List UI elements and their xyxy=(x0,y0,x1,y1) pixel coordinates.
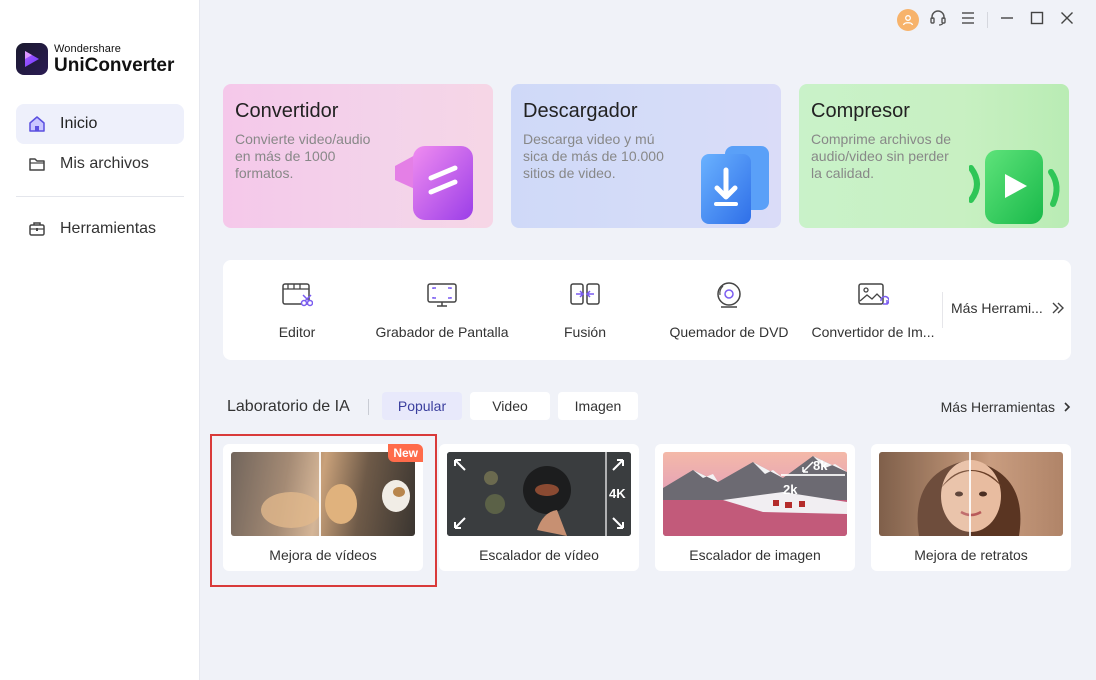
tab-video[interactable]: Video xyxy=(470,392,550,420)
tools-bar: Editor Grabador de Pantalla Fusión Quema… xyxy=(223,260,1071,360)
close-button[interactable] xyxy=(1052,8,1082,32)
ai-lab-separator xyxy=(368,399,369,415)
tool-label: Editor xyxy=(278,324,316,340)
ai-card-portrait-enhance[interactable]: Mejora de retratos xyxy=(871,444,1071,571)
new-badge: New xyxy=(388,444,423,462)
tool-merge[interactable]: Fusión xyxy=(551,278,619,348)
ai-card-video-enhance[interactable]: New Mejora de vídeos xyxy=(223,444,423,571)
converter-art-icon xyxy=(395,146,473,220)
sidebar-item-label: Mis archivos xyxy=(60,155,149,172)
card-description: Convierte video/audio en más de 1000 for… xyxy=(235,131,371,181)
logo-subtitle: Wondershare xyxy=(54,42,121,55)
downloader-art-icon xyxy=(701,146,769,224)
minimize-icon xyxy=(1000,11,1014,30)
more-tools-button[interactable]: Más Herrami... xyxy=(951,300,1065,316)
double-chevron-right-icon xyxy=(1051,301,1065,315)
home-icon xyxy=(28,115,46,133)
portrait-enhance-thumbnail xyxy=(879,452,1063,536)
tool-label: Fusión xyxy=(563,324,607,340)
tools-separator xyxy=(942,292,943,328)
ai-card-video-upscaler[interactable]: 4K Escalador de vídeo xyxy=(439,444,639,571)
sidebar: Wondershare UniConverter Inicio Mis arch… xyxy=(0,0,200,680)
ai-more-tools-link[interactable]: Más Herramientas xyxy=(941,399,1071,415)
sidebar-item-herramientas[interactable]: Herramientas xyxy=(16,209,184,249)
account-icon xyxy=(897,9,919,31)
tab-imagen[interactable]: Imagen xyxy=(558,392,638,420)
toolbar-separator xyxy=(987,12,988,28)
close-icon xyxy=(1060,11,1074,30)
sidebar-divider xyxy=(16,196,184,197)
app-logo: Wondershare UniConverter xyxy=(16,43,174,75)
folder-icon xyxy=(28,155,46,173)
logo-icon xyxy=(16,43,48,75)
downloader-card[interactable]: Descargador Descarga video y mú sica de … xyxy=(511,84,781,228)
card-title: Descargador xyxy=(523,100,638,122)
ai-card-label: Mejora de retratos xyxy=(914,547,1028,563)
compressor-card[interactable]: Compresor Comprime archivos de audio/vid… xyxy=(799,84,1069,228)
card-description: Comprime archivos de audio/video sin per… xyxy=(811,131,952,181)
tab-popular[interactable]: Popular xyxy=(382,392,462,420)
toolbox-icon xyxy=(28,220,46,238)
support-button[interactable] xyxy=(923,8,953,32)
chevron-right-icon xyxy=(1063,402,1071,412)
maximize-button[interactable] xyxy=(1022,8,1052,32)
card-title: Convertidor xyxy=(235,100,339,122)
screen-record-icon xyxy=(425,278,459,312)
ai-card-image-upscaler[interactable]: 8k 2k Escalador de imagen xyxy=(655,444,855,571)
converter-card[interactable]: Convertidor Convierte video/audio en más… xyxy=(223,84,493,228)
ai-card-label: Mejora de vídeos xyxy=(269,547,377,563)
ai-card-label: Escalador de vídeo xyxy=(479,547,599,563)
more-tools-label: Más Herrami... xyxy=(951,300,1043,316)
logo-title: UniConverter xyxy=(54,54,175,76)
resolution-low-label: 2k xyxy=(783,482,798,497)
sidebar-item-mis-archivos[interactable]: Mis archivos xyxy=(16,144,184,184)
window-controls xyxy=(893,8,1082,32)
card-title: Compresor xyxy=(811,100,910,122)
tool-label: Convertidor de Im... xyxy=(811,324,935,340)
sidebar-item-inicio[interactable]: Inicio xyxy=(16,104,184,144)
tool-editor[interactable]: Editor xyxy=(263,278,331,348)
minimize-button[interactable] xyxy=(992,8,1022,32)
tool-screen-recorder[interactable]: Grabador de Pantalla xyxy=(373,278,511,348)
ai-lab-title: Laboratorio de IA xyxy=(227,398,350,415)
sidebar-item-label: Herramientas xyxy=(60,220,157,237)
video-enhance-thumbnail xyxy=(231,452,415,536)
dvd-burn-icon xyxy=(712,278,746,312)
sidebar-item-label: Inicio xyxy=(60,115,98,132)
compressor-art-icon xyxy=(969,150,1060,224)
resolution-label: 4K xyxy=(609,486,626,501)
menu-icon xyxy=(961,11,975,29)
account-button[interactable] xyxy=(893,8,923,32)
ai-card-label: Escalador de imagen xyxy=(689,547,821,563)
tool-label: Quemador de DVD xyxy=(669,324,789,340)
merge-icon xyxy=(568,278,602,312)
tool-dvd-burner[interactable]: Quemador de DVD xyxy=(669,278,789,348)
resolution-high-label: 8k xyxy=(813,458,828,473)
menu-button[interactable] xyxy=(953,8,983,32)
image-upscaler-thumbnail: 8k 2k xyxy=(663,452,847,536)
video-upscaler-thumbnail: 4K xyxy=(447,452,631,536)
video-edit-icon xyxy=(280,278,314,312)
tool-label: Grabador de Pantalla xyxy=(375,324,509,340)
card-description: Descarga video y mú sica de más de 10.00… xyxy=(523,131,664,181)
ai-more-label: Más Herramientas xyxy=(940,399,1055,415)
image-convert-icon xyxy=(856,278,890,312)
support-icon xyxy=(929,9,947,32)
maximize-icon xyxy=(1030,11,1044,30)
tool-image-converter[interactable]: Convertidor de Im... xyxy=(811,278,935,348)
